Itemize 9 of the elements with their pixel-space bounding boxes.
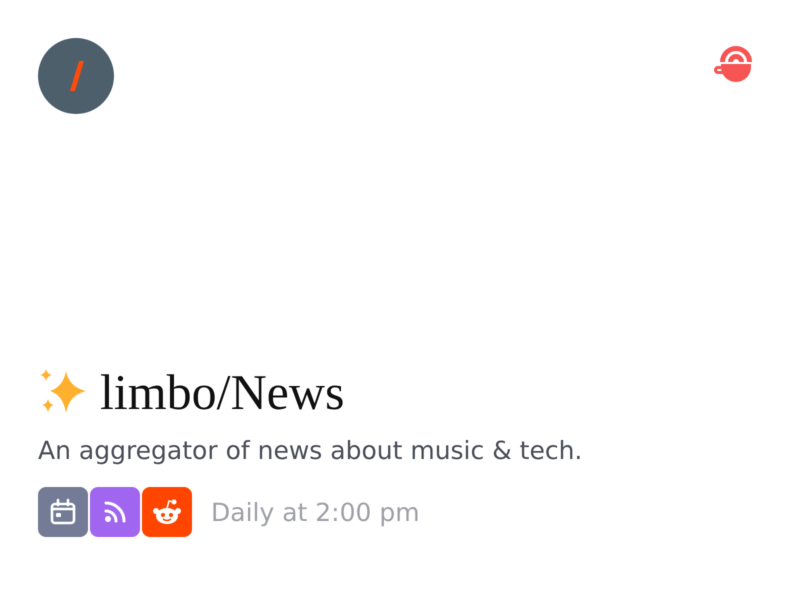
calendar-badge[interactable] (38, 487, 88, 537)
description: An aggregator of news about music & tech. (38, 436, 584, 465)
schedule-text: Daily at 2:00 pm (211, 498, 420, 526)
alien-face-icon (151, 498, 183, 526)
calendar-icon (48, 497, 78, 527)
page-title: limbo/News (100, 363, 344, 422)
alien-face-badge[interactable] (142, 487, 192, 537)
rss-badge[interactable] (90, 487, 140, 537)
logo-icon[interactable] (38, 38, 114, 114)
